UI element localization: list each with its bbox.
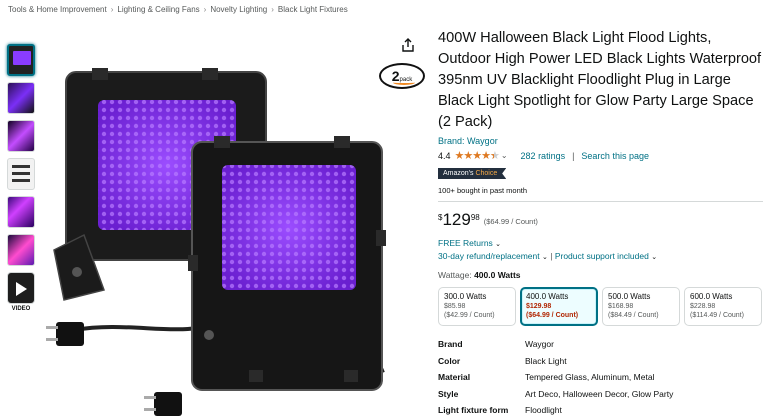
refund-link[interactable]: 30-day refund/replacement bbox=[438, 251, 540, 261]
thumbnail-1[interactable] bbox=[7, 44, 35, 76]
spec-key: Material bbox=[438, 372, 471, 383]
thumbnail-strip: VIDEO bbox=[7, 44, 37, 312]
brand-link[interactable]: Brand: Waygor bbox=[438, 136, 763, 146]
free-returns-link[interactable]: FREE Returns ⌄ bbox=[438, 238, 763, 248]
wattage-option-600[interactable]: 600.0 Watts $228.98 ($114.49 / Count) bbox=[684, 287, 762, 326]
option-unit-price: ($64.99 / Count) bbox=[526, 312, 579, 319]
breadcrumb-item[interactable]: Black Light Fixtures bbox=[278, 5, 348, 14]
plug-right bbox=[144, 392, 182, 416]
wattage-options: 300.0 Watts $85.98 ($42.99 / Count) 400.… bbox=[438, 287, 763, 326]
breadcrumb-item[interactable]: Lighting & Ceiling Fans bbox=[117, 5, 199, 14]
choice-prefix: Amazon's bbox=[443, 170, 474, 177]
spec-value: Black Light bbox=[525, 355, 567, 366]
smile-icon bbox=[393, 80, 415, 85]
breadcrumb-separator: › bbox=[203, 5, 207, 14]
choice-word: Choice bbox=[475, 170, 498, 177]
breadcrumb-item[interactable]: Tools & Home Improvement bbox=[8, 5, 107, 14]
rating-row: 4.4 ★★★★★★ ⌄ 282 ratings | Search this p… bbox=[438, 149, 763, 162]
breadcrumb-item[interactable]: Novelty Lighting bbox=[210, 5, 267, 14]
bought-count: 100+ bought in past month bbox=[438, 186, 763, 202]
option-watts: 600.0 Watts bbox=[690, 292, 733, 301]
thumbnail-3[interactable] bbox=[7, 120, 35, 152]
wattage-option-300[interactable]: 300.0 Watts $85.98 ($42.99 / Count) bbox=[438, 287, 516, 326]
spec-key: Brand bbox=[438, 339, 463, 350]
option-watts: 500.0 Watts bbox=[608, 292, 651, 301]
amazons-choice-badge[interactable]: Amazon's Choice bbox=[438, 168, 507, 179]
rating-value: 4.4 bbox=[438, 150, 451, 161]
option-price: $168.98 bbox=[608, 302, 634, 310]
spec-key: Light fixture form bbox=[438, 405, 509, 416]
spec-row: Material Tempered Glass, Aluminum, Metal bbox=[438, 369, 763, 386]
wattage-option-500[interactable]: 500.0 Watts $168.98 ($84.49 / Count) bbox=[602, 287, 680, 326]
front-floodlight bbox=[188, 136, 386, 391]
refund-row: 30-day refund/replacement ⌄ | Product su… bbox=[438, 251, 763, 261]
option-price: $85.98 bbox=[444, 302, 466, 310]
product-specs-table: Brand Waygor Color Black Light Material … bbox=[438, 336, 763, 419]
search-page-link[interactable]: Search this page bbox=[581, 151, 649, 161]
chevron-down-icon[interactable]: ⌄ bbox=[542, 254, 548, 261]
spec-key: Color bbox=[438, 355, 461, 366]
spec-value: Art Deco, Halloween Decor, Glow Party bbox=[525, 388, 674, 399]
wattage-selected-value: 400.0 Watts bbox=[474, 270, 521, 280]
chevron-down-icon[interactable]: ⌄ bbox=[651, 254, 657, 261]
wattage-label-text: Wattage: bbox=[438, 270, 472, 280]
price-per-unit: ($64.99 / Count) bbox=[483, 217, 538, 226]
plug-left bbox=[46, 322, 84, 346]
option-unit-price: ($84.49 / Count) bbox=[608, 312, 659, 319]
thumbnail-4[interactable] bbox=[7, 158, 35, 190]
spec-value: Floodlight bbox=[525, 405, 562, 416]
price-fraction: 98 bbox=[470, 213, 480, 222]
option-unit-price: ($42.99 / Count) bbox=[444, 312, 495, 319]
chevron-down-icon[interactable]: ⌄ bbox=[501, 151, 508, 160]
thumbnail-2[interactable] bbox=[7, 82, 35, 114]
divider: | bbox=[550, 251, 553, 261]
price: $ 129 98 ($64.99 / Count) bbox=[438, 211, 763, 228]
product-info: 400W Halloween Black Light Flood Lights,… bbox=[438, 28, 763, 419]
chevron-down-icon: ⌄ bbox=[495, 241, 502, 248]
play-icon bbox=[16, 282, 27, 296]
pack-badge: 2pack bbox=[379, 63, 425, 89]
thumbnail-5[interactable] bbox=[7, 196, 35, 228]
spec-row: Light fixture form Floodlight bbox=[438, 402, 763, 419]
free-returns-label: FREE Returns bbox=[438, 238, 493, 248]
option-price: $129.98 bbox=[526, 302, 552, 310]
spec-value: Waygor bbox=[525, 339, 554, 350]
option-watts: 300.0 Watts bbox=[444, 292, 487, 301]
product-title: 400W Halloween Black Light Flood Lights,… bbox=[438, 30, 762, 130]
wattage-option-400[interactable]: 400.0 Watts $129.98 ($64.99 / Count) bbox=[520, 287, 598, 326]
option-watts: 400.0 Watts bbox=[526, 292, 569, 301]
ratings-count-link[interactable]: 282 ratings bbox=[521, 151, 566, 161]
main-product-image[interactable] bbox=[44, 50, 416, 419]
spec-key: Style bbox=[438, 388, 459, 399]
spec-row: Style Art Deco, Halloween Decor, Glow Pa… bbox=[438, 386, 763, 403]
divider: | bbox=[572, 150, 575, 161]
product-support-link[interactable]: Product support included bbox=[555, 251, 649, 261]
share-icon[interactable] bbox=[400, 37, 416, 53]
breadcrumb: Tools & Home Improvement › Lighting & Ceil… bbox=[8, 5, 348, 14]
video-label: VIDEO bbox=[11, 306, 31, 312]
video-thumbnail[interactable] bbox=[7, 272, 35, 304]
breadcrumb-separator: › bbox=[110, 5, 114, 14]
spec-row: Color Black Light bbox=[438, 353, 763, 370]
option-price: $228.98 bbox=[690, 302, 716, 310]
option-unit-price: ($114.49 / Count) bbox=[690, 312, 744, 319]
breadcrumb-separator: › bbox=[271, 5, 274, 14]
price-whole: 129 bbox=[442, 210, 471, 229]
wattage-label: Wattage: 400.0 Watts bbox=[438, 270, 763, 280]
spec-row: Brand Waygor bbox=[438, 336, 763, 353]
spec-value: Tempered Glass, Aluminum, Metal bbox=[525, 372, 655, 383]
thumbnail-6[interactable] bbox=[7, 234, 35, 266]
star-rating-icon[interactable]: ★★★★★★ bbox=[455, 149, 500, 162]
